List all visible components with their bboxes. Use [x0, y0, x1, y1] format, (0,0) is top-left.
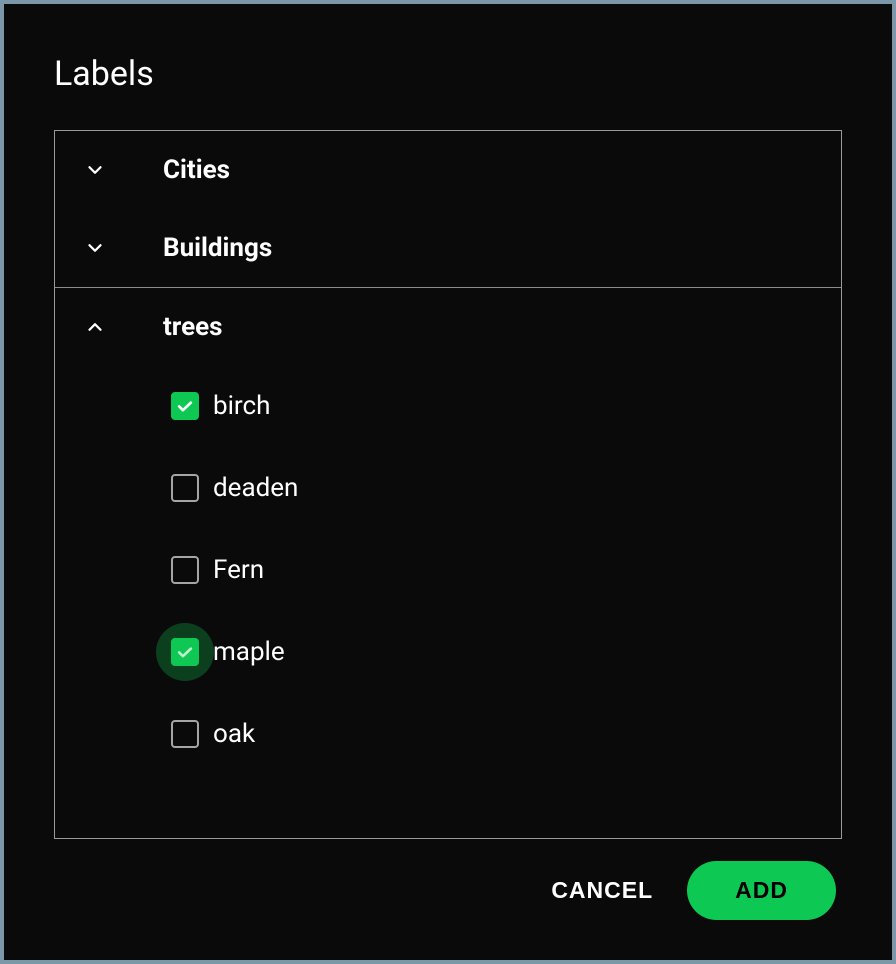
- list-item[interactable]: Fern: [55, 529, 841, 611]
- checkbox-unchecked-icon[interactable]: [171, 556, 199, 584]
- category-label: Cities: [163, 155, 230, 185]
- labels-dialog: Labels Cities Buildings trees: [4, 4, 892, 960]
- category-buildings[interactable]: Buildings: [55, 209, 841, 287]
- list-item[interactable]: birch: [55, 365, 841, 447]
- category-trees[interactable]: trees: [55, 287, 841, 365]
- category-label: trees: [163, 312, 223, 342]
- labels-panel: Cities Buildings trees birch: [54, 130, 842, 839]
- checkbox-checked-icon[interactable]: [171, 392, 199, 420]
- dialog-title: Labels: [54, 54, 842, 94]
- item-label: birch: [213, 391, 270, 421]
- checkbox-checked-icon[interactable]: [171, 638, 199, 666]
- chevron-up-icon: [81, 313, 109, 341]
- item-label: maple: [213, 637, 285, 667]
- item-label: oak: [213, 719, 255, 749]
- list-item[interactable]: maple: [55, 611, 841, 693]
- cancel-button[interactable]: CANCEL: [545, 867, 659, 914]
- checkbox-unchecked-icon[interactable]: [171, 474, 199, 502]
- chevron-down-icon: [81, 156, 109, 184]
- category-trees-items: birch deaden Fern maple: [55, 365, 841, 795]
- checkbox-unchecked-icon[interactable]: [171, 720, 199, 748]
- add-button[interactable]: ADD: [687, 861, 836, 920]
- category-cities[interactable]: Cities: [55, 131, 841, 209]
- dialog-actions: CANCEL ADD: [54, 861, 842, 920]
- chevron-down-icon: [81, 234, 109, 262]
- list-item[interactable]: deaden: [55, 447, 841, 529]
- list-item[interactable]: oak: [55, 693, 841, 775]
- item-label: deaden: [213, 473, 298, 503]
- category-label: Buildings: [163, 233, 272, 263]
- item-label: Fern: [213, 555, 264, 585]
